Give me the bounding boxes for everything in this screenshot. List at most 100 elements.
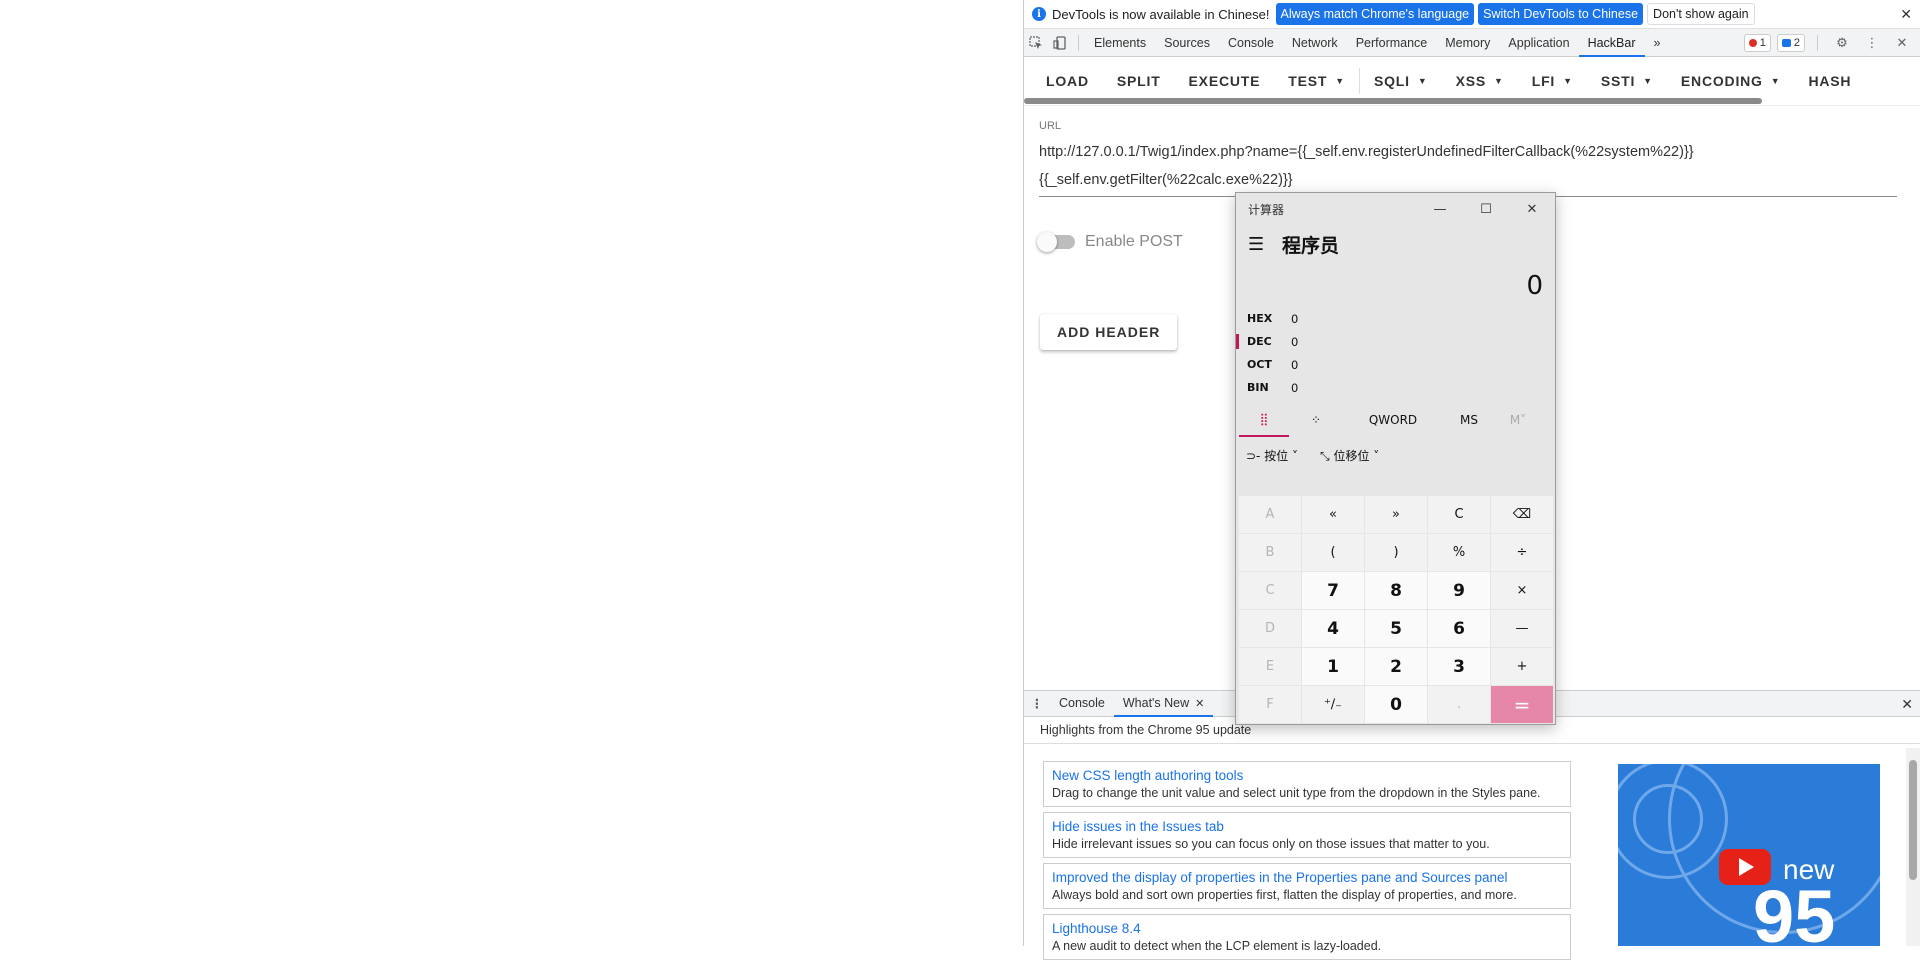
radix-oct[interactable]: OCT 0 [1236, 353, 1555, 376]
scrollbar-thumb[interactable] [1909, 760, 1917, 880]
tab-memory[interactable]: Memory [1436, 29, 1499, 57]
url-field[interactable]: URL http://127.0.0.1/Twig1/index.php?nam… [1039, 120, 1897, 197]
item-title[interactable]: Lighthouse 8.4 [1052, 919, 1562, 938]
close-devtools-icon[interactable]: ✕ [1890, 29, 1914, 57]
key-plus[interactable]: + [1491, 648, 1553, 685]
key-1[interactable]: 1 [1302, 648, 1364, 685]
keypad-icon[interactable]: ⣿ [1239, 403, 1289, 437]
key-5[interactable]: 5 [1365, 610, 1427, 647]
messages-badge[interactable]: 2 [1776, 34, 1805, 52]
item-title[interactable]: Hide issues in the Issues tab [1052, 817, 1562, 836]
settings-gear-icon[interactable]: ⚙ [1830, 29, 1854, 57]
enable-post-toggle[interactable]: Enable POST [1037, 232, 1183, 252]
radix-bin[interactable]: BIN 0 [1236, 376, 1555, 399]
key-decimal[interactable]: . [1428, 686, 1490, 723]
more-tabs-icon[interactable]: » [1645, 29, 1670, 57]
calculator-header: ☰ 程序员 [1236, 225, 1555, 263]
hash-menu[interactable]: HASH [1794, 63, 1865, 99]
close-icon[interactable]: ✕ [1509, 193, 1555, 225]
item-title[interactable]: Improved the display of properties in th… [1052, 868, 1562, 887]
key-left-shift[interactable]: « [1302, 496, 1364, 533]
switch-to-chinese-button[interactable]: Switch DevTools to Chinese [1478, 3, 1644, 25]
bit-toggle-icon[interactable]: ⁘ [1289, 403, 1343, 437]
key-right-shift[interactable]: » [1365, 496, 1427, 533]
key-8[interactable]: 8 [1365, 572, 1427, 609]
key-clear[interactable]: C [1428, 496, 1490, 533]
video-thumbnail[interactable]: new 95 [1618, 764, 1880, 946]
inspect-element-icon[interactable] [1024, 29, 1048, 57]
ssti-menu[interactable]: SSTI ▼ [1587, 63, 1667, 99]
maximize-icon[interactable]: ☐ [1463, 193, 1509, 225]
tab-sources[interactable]: Sources [1155, 29, 1219, 57]
memory-list-button[interactable]: M˅ [1495, 403, 1541, 437]
key-multiply[interactable]: × [1491, 572, 1553, 609]
backspace-icon[interactable]: ⌫ [1491, 496, 1553, 533]
key-4[interactable]: 4 [1302, 610, 1364, 647]
key-0[interactable]: 0 [1365, 686, 1427, 723]
split-button[interactable]: SPLIT [1103, 63, 1175, 99]
drawer-menu-icon[interactable]: ⋮ [1024, 696, 1050, 711]
item-title[interactable]: New CSS length authoring tools [1052, 766, 1562, 785]
encoding-menu[interactable]: ENCODING ▼ [1667, 63, 1795, 99]
key-2[interactable]: 2 [1365, 648, 1427, 685]
vertical-scrollbar[interactable] [1906, 748, 1920, 946]
key-open-paren[interactable]: ( [1302, 534, 1364, 571]
bitwise-dropdown[interactable]: ⊃- 按位 ˅ [1246, 447, 1298, 464]
key-f[interactable]: F [1239, 686, 1301, 723]
infobar-close-icon[interactable]: ✕ [1900, 6, 1912, 23]
tab-performance[interactable]: Performance [1347, 29, 1437, 57]
key-equals[interactable]: = [1491, 686, 1553, 723]
list-item[interactable]: Lighthouse 8.4 A new audit to detect whe… [1043, 914, 1571, 960]
test-menu[interactable]: TEST ▼ [1274, 63, 1359, 99]
key-6[interactable]: 6 [1428, 610, 1490, 647]
sqli-menu[interactable]: SQLI ▼ [1360, 63, 1442, 99]
url-input[interactable]: http://127.0.0.1/Twig1/index.php?name={{… [1039, 138, 1897, 197]
list-item[interactable]: Improved the display of properties in th… [1043, 863, 1571, 909]
drawer-tab-whatsnew[interactable]: What's New ✕ [1113, 690, 1214, 717]
toggle-switch[interactable] [1037, 232, 1075, 252]
close-tab-icon[interactable]: ✕ [1195, 698, 1204, 710]
dont-show-again-button[interactable]: Don't show again [1647, 3, 1755, 25]
list-item[interactable]: New CSS length authoring tools Drag to c… [1043, 761, 1571, 807]
minimize-icon[interactable]: — [1417, 193, 1463, 225]
key-c[interactable]: C [1239, 572, 1301, 609]
word-size-button[interactable]: QWORD [1343, 403, 1443, 437]
xss-menu[interactable]: XSS ▼ [1442, 63, 1518, 99]
key-9[interactable]: 9 [1428, 572, 1490, 609]
key-percent[interactable]: % [1428, 534, 1490, 571]
key-close-paren[interactable]: ) [1365, 534, 1427, 571]
key-divide[interactable]: ÷ [1491, 534, 1553, 571]
tab-hackbar[interactable]: HackBar [1578, 29, 1645, 57]
list-item[interactable]: Hide issues in the Issues tab Hide irrel… [1043, 812, 1571, 858]
chevron-down-icon: ▼ [1417, 76, 1428, 86]
close-drawer-icon[interactable]: ✕ [1901, 696, 1913, 713]
drawer-tab-console[interactable]: Console [1050, 690, 1114, 717]
device-toolbar-icon[interactable] [1048, 29, 1072, 57]
horizontal-scrollbar[interactable] [1024, 98, 1762, 104]
hamburger-menu-icon[interactable]: ☰ [1248, 234, 1270, 255]
radix-hex[interactable]: HEX 0 [1236, 307, 1555, 330]
errors-badge[interactable]: 1 [1743, 34, 1771, 52]
tab-network[interactable]: Network [1283, 29, 1347, 57]
radix-panel: HEX 0 DEC 0 OCT 0 BIN 0 [1236, 307, 1555, 399]
lfi-menu[interactable]: LFI ▼ [1518, 63, 1587, 99]
tab-application[interactable]: Application [1499, 29, 1578, 57]
always-match-language-button[interactable]: Always match Chrome's language [1275, 3, 1475, 25]
add-header-button[interactable]: ADD HEADER [1040, 314, 1178, 350]
tab-elements[interactable]: Elements [1085, 29, 1155, 57]
execute-button[interactable]: EXECUTE [1175, 63, 1275, 99]
key-a[interactable]: A [1239, 496, 1301, 533]
memory-store-button[interactable]: MS [1443, 403, 1495, 437]
key-negate[interactable]: ⁺∕₋ [1302, 686, 1364, 723]
key-minus[interactable]: — [1491, 610, 1553, 647]
more-options-icon[interactable]: ⋮ [1860, 29, 1884, 57]
key-3[interactable]: 3 [1428, 648, 1490, 685]
load-button[interactable]: LOAD [1032, 63, 1103, 99]
radix-dec[interactable]: DEC 0 [1236, 330, 1555, 353]
key-b[interactable]: B [1239, 534, 1301, 571]
tab-console[interactable]: Console [1219, 29, 1283, 57]
bitshift-dropdown[interactable]: ⤡ 位移位 ˅ [1320, 447, 1379, 464]
key-d[interactable]: D [1239, 610, 1301, 647]
key-7[interactable]: 7 [1302, 572, 1364, 609]
key-e[interactable]: E [1239, 648, 1301, 685]
